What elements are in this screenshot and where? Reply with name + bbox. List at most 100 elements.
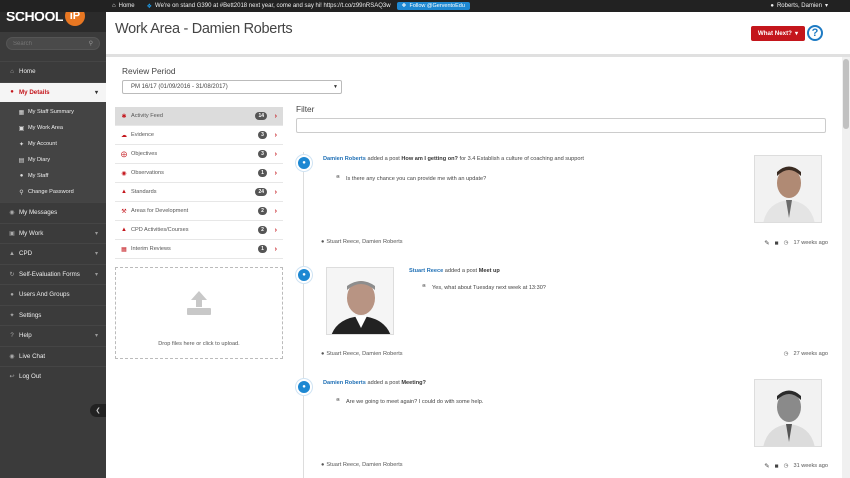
sidebar-item-home[interactable]: ⌂ Home bbox=[0, 61, 106, 82]
post-suffix: for 3.4 Establish a culture of coaching … bbox=[459, 156, 584, 162]
trash-icon[interactable]: ■ bbox=[775, 463, 779, 470]
sidebar: SCHOOL iP ⚲ ⌂ Home ● My Details ▾ ▦My St… bbox=[0, 0, 106, 478]
scrollbar-thumb[interactable] bbox=[843, 59, 849, 129]
comment-icon: ● bbox=[296, 155, 312, 171]
post-time: 17 weeks ago bbox=[793, 240, 828, 246]
users-icon: ● bbox=[321, 462, 325, 468]
trash-icon[interactable]: ■ bbox=[775, 240, 779, 247]
sidebar-item-label: Live Chat bbox=[19, 352, 46, 360]
quote-icon: “ bbox=[336, 397, 340, 406]
sidebar-item-self-evaluation-forms[interactable]: ↻ Self-Evaluation Forms ▾ bbox=[0, 263, 106, 285]
sidebar-item-log-out[interactable]: ↩ Log Out bbox=[0, 366, 106, 387]
review-period-label: Review Period bbox=[122, 66, 176, 76]
search-input[interactable] bbox=[13, 40, 89, 47]
edit-icon[interactable]: ✎ bbox=[764, 239, 769, 247]
filter-label: Filter bbox=[296, 104, 315, 114]
post-header: Stuart Reece added a post Meet up bbox=[409, 268, 500, 274]
edit-icon[interactable]: ✎ bbox=[764, 462, 769, 470]
sidebar-item-label: Users And Groups bbox=[19, 291, 70, 299]
category-cpd-activities[interactable]: ▲ CPD Activities/Courses 2 › bbox=[115, 221, 283, 240]
comment-icon: ● bbox=[296, 379, 312, 395]
category-label: CPD Activities/Courses bbox=[131, 227, 189, 233]
feed-post: ● Damien Roberts added a post How am I g… bbox=[296, 155, 828, 250]
category-areas-for-development[interactable]: ⚒ Areas for Development 2 › bbox=[115, 202, 283, 221]
sidebar-item-my-work[interactable]: ▣ My Work ▾ bbox=[0, 222, 106, 244]
topbar-home-link[interactable]: ⌂ Home bbox=[112, 3, 135, 9]
chevron-right-icon: › bbox=[274, 131, 277, 139]
review-period-select[interactable]: PM 16/17 (01/09/2016 - 31/08/2017) ▼ bbox=[122, 80, 342, 94]
chevron-right-icon: › bbox=[274, 245, 277, 253]
calendar-icon: ▤ bbox=[18, 157, 25, 164]
sidebar-item-change-password[interactable]: ⚲ Change Password bbox=[0, 184, 106, 200]
category-observations[interactable]: ◉ Observations 1 › bbox=[115, 164, 283, 183]
post-action: added a post bbox=[367, 156, 400, 162]
category-evidence[interactable]: ☁ Evidence 3 › bbox=[115, 126, 283, 145]
sidebar-item-label: My Details bbox=[19, 88, 50, 96]
user-name: Roberts, Damien bbox=[776, 2, 822, 9]
chevron-right-icon: › bbox=[274, 150, 277, 158]
sidebar-item-my-details[interactable]: ● My Details ▾ bbox=[0, 81, 106, 102]
avatar bbox=[754, 379, 822, 447]
page-scrollbar[interactable] bbox=[842, 57, 850, 478]
sidebar-item-label: My Account bbox=[28, 141, 57, 147]
page-header: Work Area - Damien Roberts What Next? ▾ … bbox=[106, 12, 850, 54]
category-activity-feed[interactable]: ✱ Activity Feed 14 › bbox=[115, 107, 283, 126]
category-standards[interactable]: ▲ Standards 24 › bbox=[115, 183, 283, 202]
post-quote: “ Is there any chance you can provide me… bbox=[336, 174, 486, 183]
sidebar-item-cpd[interactable]: ▲ CPD ▾ bbox=[0, 243, 106, 264]
search-icon[interactable]: ⚲ bbox=[89, 40, 93, 47]
post-actions: ✎ ■ ◷ 17 weeks ago bbox=[764, 239, 828, 248]
post-participants: ● Stuart Reece, Damien Roberts bbox=[321, 239, 403, 245]
post-author[interactable]: Stuart Reece bbox=[409, 268, 443, 274]
work-area-content: Review Period PM 16/17 (01/09/2016 - 31/… bbox=[106, 57, 842, 478]
chevron-down-icon: ▾ bbox=[94, 333, 98, 340]
category-interim-reviews[interactable]: ▦ Interim Reviews 1 › bbox=[115, 240, 283, 259]
chevron-down-icon: ▾ bbox=[94, 271, 98, 278]
sidebar-item-live-chat[interactable]: ◉ Live Chat bbox=[0, 345, 106, 367]
topbar-tweet[interactable]: ❖ We're on stand G390 at #Bett2018 next … bbox=[147, 3, 391, 10]
sidebar-item-my-diary[interactable]: ▤ My Diary bbox=[0, 152, 106, 168]
sidebar-collapse-button[interactable]: ❮ bbox=[90, 404, 106, 417]
chevron-down-icon: ▾ bbox=[794, 30, 799, 37]
help-button[interactable]: ? bbox=[807, 25, 823, 41]
what-next-button[interactable]: What Next? ▾ bbox=[751, 26, 805, 41]
sidebar-item-my-work-area[interactable]: ▣ My Work Area bbox=[0, 120, 106, 136]
sidebar-item-settings[interactable]: ✦ Settings bbox=[0, 304, 106, 326]
review-period-value: PM 16/17 (01/09/2016 - 31/08/2017) bbox=[131, 84, 228, 90]
category-objectives[interactable]: ⨁ Objectives 3 › bbox=[115, 145, 283, 164]
follow-button[interactable]: ❖ Follow @GerventoEdu bbox=[396, 2, 470, 10]
post-title: Meet up bbox=[478, 268, 500, 274]
graduation-icon: ▲ bbox=[9, 250, 15, 257]
category-label: Interim Reviews bbox=[131, 246, 171, 252]
post-actions: ◷ 27 weeks ago bbox=[784, 351, 828, 357]
participants-text: Stuart Reece, Damien Roberts bbox=[326, 351, 403, 357]
page-title: Work Area - Damien Roberts bbox=[115, 21, 293, 37]
post-author[interactable]: Damien Roberts bbox=[323, 156, 366, 162]
asterisk-icon: ✱ bbox=[121, 113, 127, 120]
sidebar-item-my-staff[interactable]: ● My Staff bbox=[0, 168, 106, 184]
post-quote-text: Yes, what about Tuesday next week at 13:… bbox=[432, 284, 546, 291]
thumbs-up-icon: ▲ bbox=[121, 189, 127, 195]
chevron-down-icon: ▾ bbox=[94, 251, 98, 258]
bar-chart-icon: ▦ bbox=[121, 246, 127, 253]
post-author[interactable]: Damien Roberts bbox=[323, 380, 366, 386]
sidebar-item-my-staff-summary[interactable]: ▦ My Staff Summary bbox=[0, 104, 106, 120]
sidebar-item-help[interactable]: ? Help ▾ bbox=[0, 325, 106, 346]
post-quote: “ Are we going to meet again? I could do… bbox=[336, 397, 483, 406]
filter-input[interactable] bbox=[296, 118, 826, 133]
avatar-photo bbox=[755, 156, 821, 222]
post-actions: ✎ ■ ◷ 31 weeks ago bbox=[764, 462, 828, 471]
clock-icon: ◷ bbox=[783, 351, 789, 357]
sidebar-item-label: Change Password bbox=[28, 189, 74, 195]
sidebar-item-my-account[interactable]: ✦ My Account bbox=[0, 136, 106, 152]
sidebar-nav: ⌂ Home ● My Details ▾ ▦ My Staff Summary … bbox=[0, 61, 106, 387]
sidebar-item-users-and-groups[interactable]: ● Users And Groups bbox=[0, 284, 106, 305]
post-header: Damien Roberts added a post Meeting? bbox=[323, 380, 426, 386]
chevron-down-icon: ▾ bbox=[94, 230, 98, 237]
user-menu[interactable]: ● Roberts, Damien ▾ bbox=[770, 2, 828, 10]
category-label: Objectives bbox=[131, 151, 158, 157]
sidebar-item-my-messages[interactable]: ◉ My Messages bbox=[0, 202, 106, 223]
file-dropzone[interactable]: Drop files here or click to upload. bbox=[115, 267, 283, 359]
post-quote-text: Is there any chance you can provide me w… bbox=[346, 175, 487, 182]
sidebar-search: ⚲ bbox=[6, 37, 100, 50]
